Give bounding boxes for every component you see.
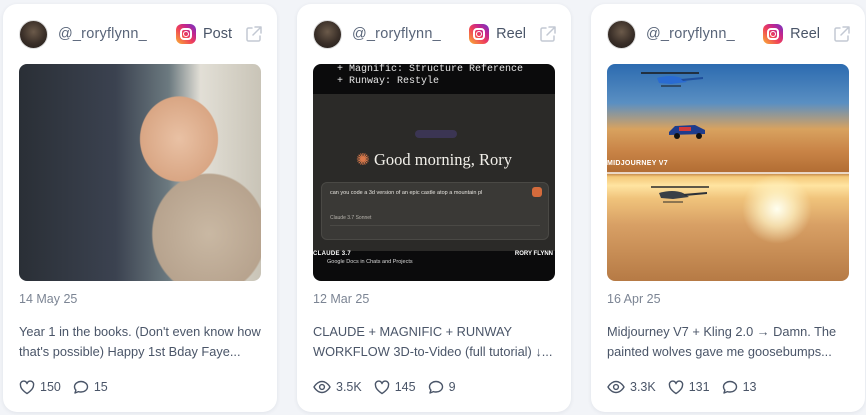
- post-thumbnail[interactable]: [19, 64, 261, 281]
- avatar[interactable]: [19, 19, 48, 49]
- avatar[interactable]: [607, 19, 636, 49]
- heart-icon: [19, 379, 35, 394]
- sparkle-icon: ✺: [356, 150, 370, 169]
- reel-thumbnail[interactable]: + Magnific: Structure Reference + Runway…: [313, 64, 555, 281]
- thumbnail-panel: ✺ Good morning, Rory can you code a 3d v…: [313, 94, 555, 251]
- instagram-icon: [763, 24, 784, 44]
- comments-stat: 13: [722, 380, 757, 395]
- instagram-icon: [469, 24, 490, 44]
- code-line: + Magnific: Structure Reference: [337, 64, 524, 75]
- account-handle[interactable]: @_roryflynn_: [58, 26, 176, 42]
- post-date: 12 Mar 25: [313, 292, 370, 306]
- avatar[interactable]: [313, 19, 342, 49]
- heart-icon: [668, 379, 683, 394]
- account-handle[interactable]: @_roryflynn_: [646, 26, 763, 42]
- model-label: Claude 3.7 Sonnet: [330, 215, 372, 221]
- external-link-icon[interactable]: [833, 25, 851, 43]
- comment-icon: [73, 380, 89, 394]
- post-card[interactable]: @_roryflynn_ Post 14 May 25 Year 1 in th…: [3, 4, 277, 412]
- likes-stat: 131: [668, 379, 710, 395]
- thumbnail-prompt-box: can you code a 3d version of an epic cas…: [321, 182, 549, 240]
- post-date: 16 Apr 25: [607, 292, 661, 306]
- post-type-label: Reel: [496, 26, 526, 42]
- likes-stat: 150: [19, 379, 61, 395]
- views-count: 3.5K: [336, 380, 362, 394]
- post-stats: 3.3K 131 13: [607, 378, 768, 396]
- likes-stat: 145: [374, 379, 416, 395]
- caption-line: that's possible) Happy 1st Bday Faye...: [19, 344, 241, 359]
- plan-pill: [415, 130, 457, 138]
- send-icon: [532, 187, 542, 197]
- thumbnail-caption-right: RORY FLYNN: [514, 251, 553, 257]
- thumbnail-code-text: + Magnific: Structure Reference + Runway…: [337, 64, 523, 88]
- helicopter-illustration: [641, 72, 703, 87]
- post-card[interactable]: @_roryflynn_ Reel MIDJOURNEY V7 16 Apr 2…: [591, 4, 865, 412]
- post-date: 14 May 25: [19, 292, 78, 306]
- likes-count: 150: [40, 380, 61, 394]
- post-card[interactable]: @_roryflynn_ Reel + Magnific: Structure …: [297, 4, 571, 412]
- thumbnail-caption-mid: Google Docs in Chats and Projects: [327, 259, 413, 265]
- code-line: + Runway: Restyle: [337, 76, 440, 87]
- caption-line: painted wolves gave me goosebumps...: [607, 344, 832, 359]
- caption-line: Midjourney V7 + Kling 2.0 → Damn. The: [607, 324, 837, 339]
- comments-count: 13: [742, 380, 757, 394]
- card-header: @_roryflynn_ Post: [19, 18, 263, 50]
- caption-line: Year 1 in the books. (Don't even know ho…: [19, 324, 261, 339]
- eye-icon: [313, 380, 331, 394]
- views-stat: 3.5K: [313, 380, 362, 394]
- caption-line: WORKFLOW 3D-to-Video (full tutorial) ↓..…: [313, 344, 553, 359]
- prompt-text: can you code a 3d version of an epic cas…: [330, 190, 483, 196]
- caption-line: CLAUDE + MAGNIFIC + RUNWAY: [313, 324, 513, 339]
- post-stats: 3.5K 145 9: [313, 378, 468, 396]
- post-caption: CLAUDE + MAGNIFIC + RUNWAY WORKFLOW 3D-t…: [313, 322, 559, 362]
- likes-count: 145: [394, 380, 416, 394]
- card-header: @_roryflynn_ Reel: [313, 18, 557, 50]
- post-type-label: Post: [202, 26, 232, 42]
- post-type-label: Reel: [790, 26, 820, 42]
- account-handle[interactable]: @_roryflynn_: [352, 26, 469, 42]
- comments-stat: 15: [73, 380, 108, 395]
- greeting-text: Good morning, Rory: [373, 150, 512, 169]
- views-stat: 3.3K: [607, 380, 656, 394]
- card-header: @_roryflynn_ Reel: [607, 18, 851, 50]
- comment-icon: [722, 380, 737, 394]
- comments-count: 9: [448, 380, 456, 394]
- external-link-icon[interactable]: [245, 25, 263, 43]
- helicopter-illustration: [651, 186, 709, 203]
- thumbnail-greeting: ✺ Good morning, Rory: [313, 150, 555, 170]
- instagram-icon: [175, 24, 196, 44]
- comment-icon: [428, 380, 443, 394]
- thumbnail-caption: MIDJOURNEY V7: [607, 160, 668, 167]
- reel-thumbnail[interactable]: MIDJOURNEY V7: [607, 64, 849, 281]
- tool-row: [330, 225, 540, 239]
- post-caption: Year 1 in the books. (Don't even know ho…: [19, 322, 265, 362]
- rally-car-illustration: [669, 125, 705, 139]
- heart-icon: [374, 379, 389, 394]
- thumbnail-caption-left: CLAUDE 3.7: [313, 251, 352, 257]
- eye-icon: [607, 380, 625, 394]
- comments-stat: 9: [428, 380, 456, 395]
- comments-count: 15: [93, 380, 108, 394]
- post-stats: 150 15: [19, 378, 120, 396]
- external-link-icon[interactable]: [539, 25, 557, 43]
- sun-glare: [742, 174, 812, 244]
- post-caption: Midjourney V7 + Kling 2.0 → Damn. The pa…: [607, 322, 853, 362]
- thumbnail-divider: [607, 172, 849, 174]
- likes-count: 131: [688, 380, 710, 394]
- views-count: 3.3K: [630, 380, 656, 394]
